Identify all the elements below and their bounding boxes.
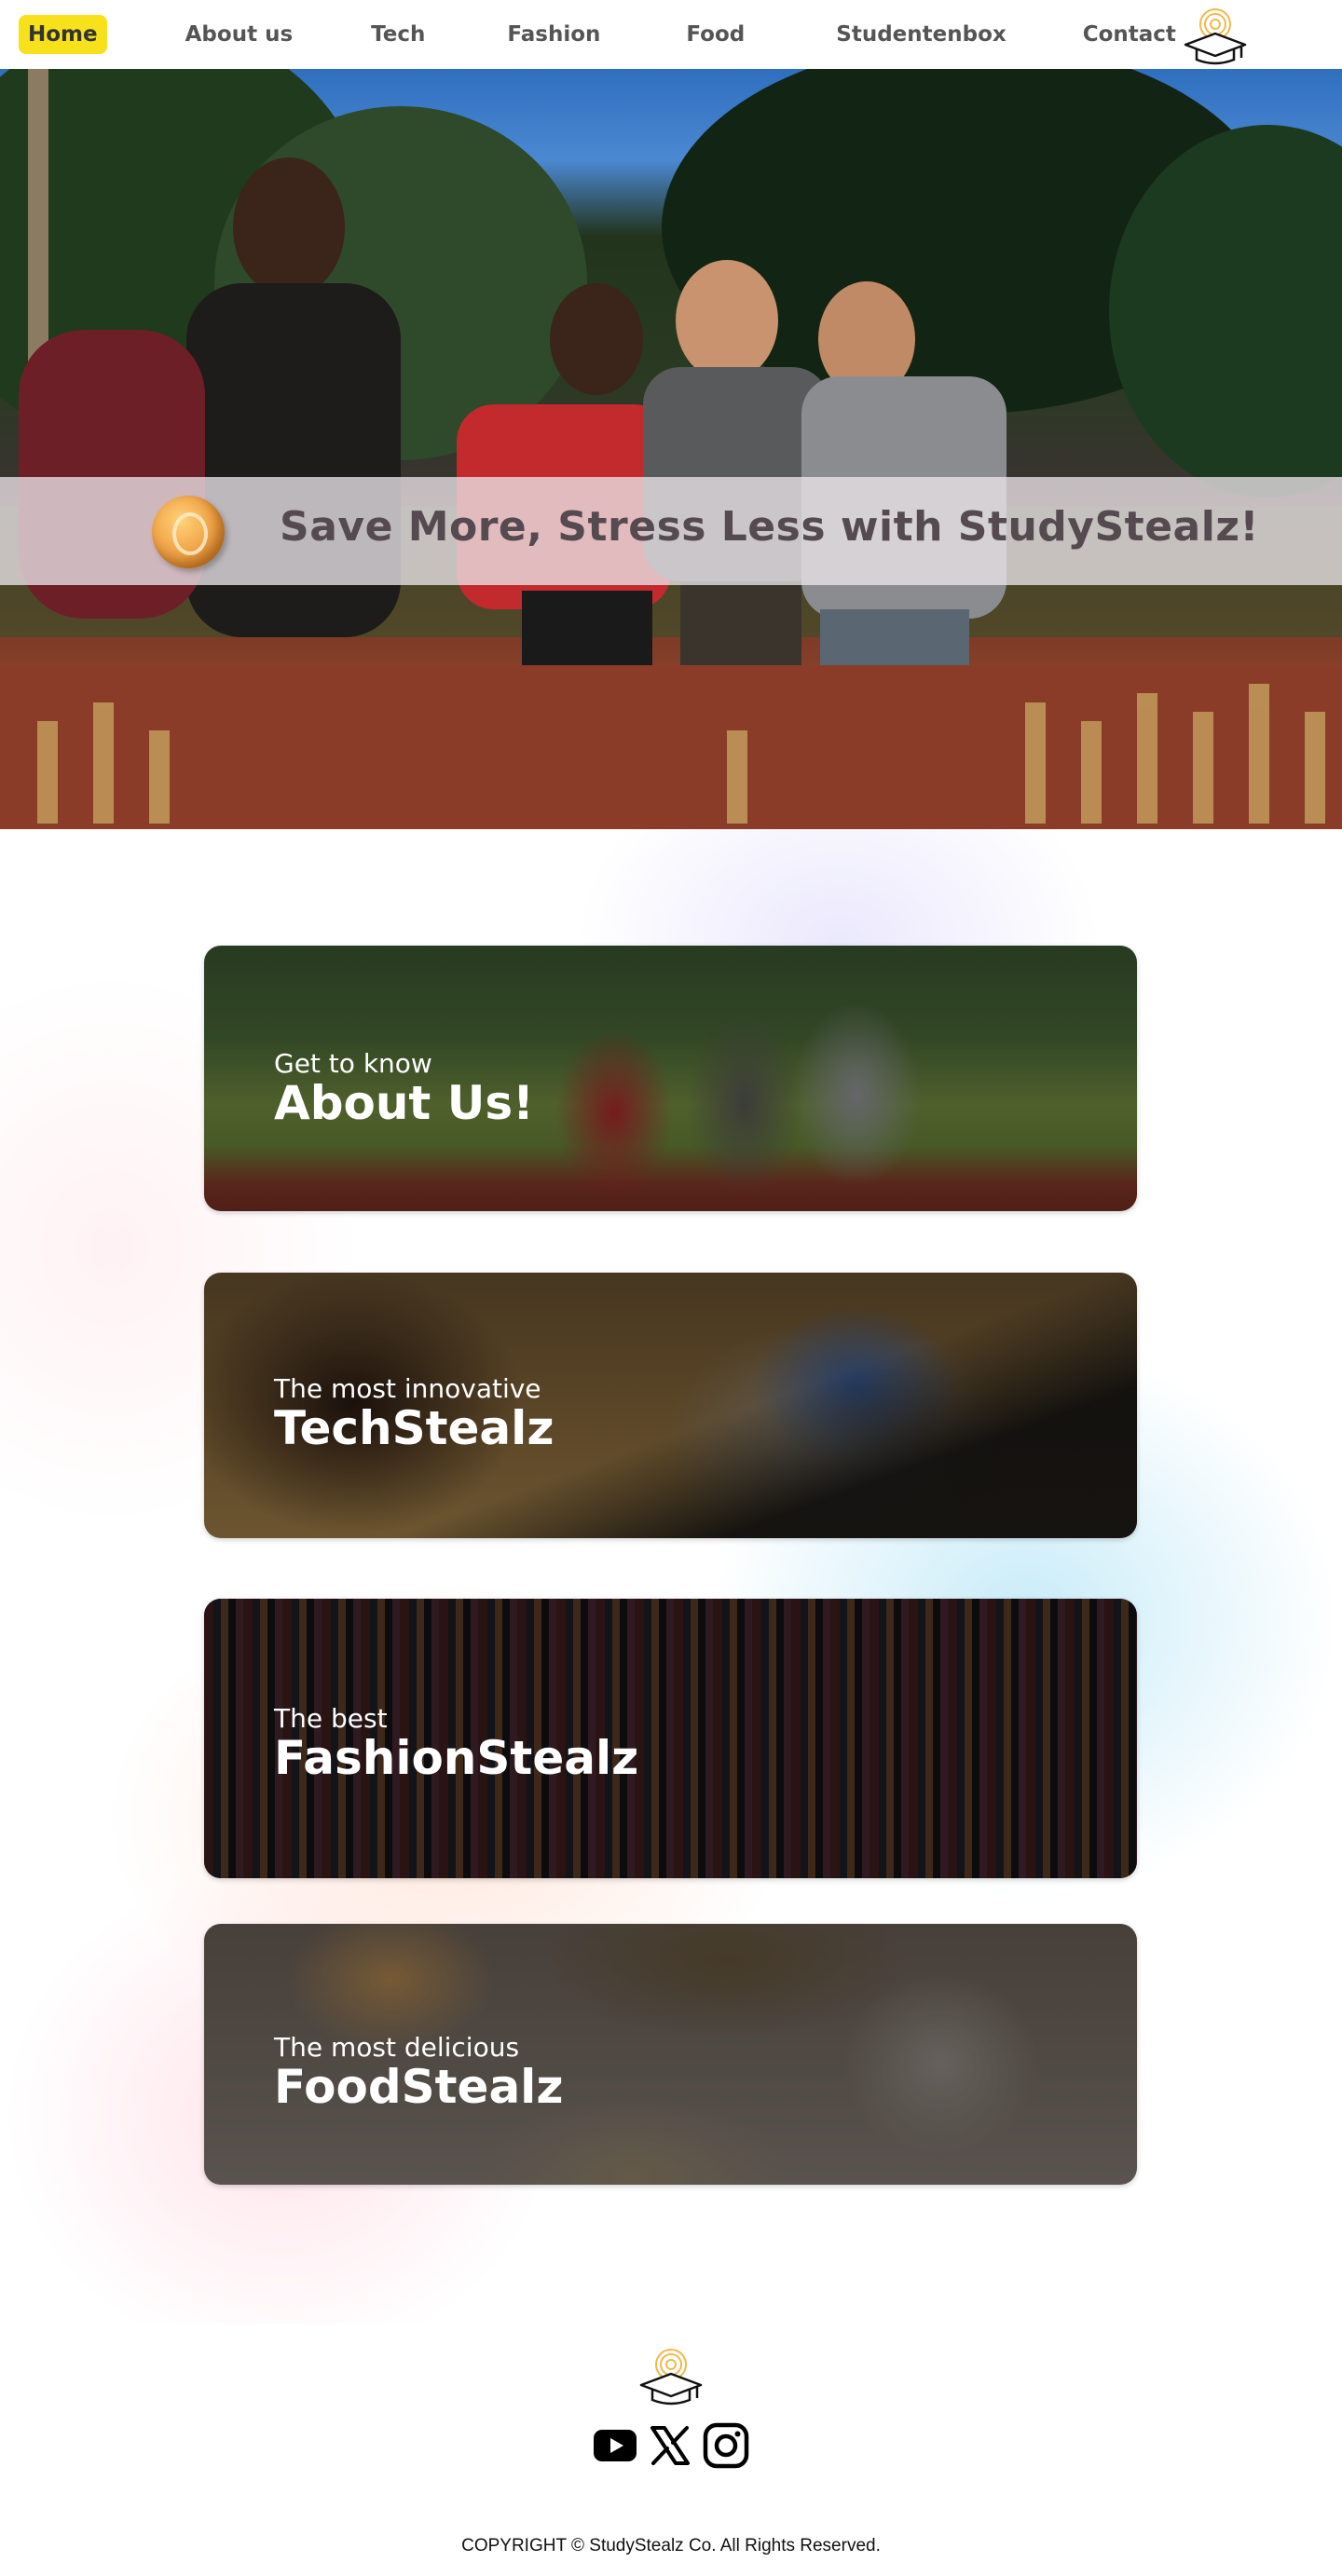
- card-fashionstealz[interactable]: The best FashionStealz: [204, 1599, 1137, 1878]
- graduation-cap-coin-icon[interactable]: [637, 2346, 705, 2407]
- coin-icon: [152, 496, 225, 568]
- youtube-icon[interactable]: [593, 2428, 637, 2463]
- x-icon[interactable]: [649, 2424, 692, 2467]
- nav-item-studentenbox[interactable]: Studentenbox: [827, 15, 1015, 54]
- nav-item-fashion[interactable]: Fashion: [498, 15, 609, 54]
- hero-section: Save More, Stress Less with StudyStealz!: [0, 69, 1342, 829]
- card-subtitle: The most innovative: [274, 1373, 541, 1404]
- card-title: FashionStealz: [274, 1731, 639, 1785]
- hero-photo: [0, 69, 1342, 829]
- nav-item-about-us[interactable]: About us: [176, 15, 303, 54]
- card-subtitle: The most delicious: [274, 2032, 520, 2063]
- nav-item-tech[interactable]: Tech: [362, 15, 434, 54]
- nav-menu: Home About us Tech Fashion Food Studente…: [19, 15, 1185, 54]
- card-techstealz[interactable]: The most innovative TechStealz: [204, 1273, 1137, 1538]
- instagram-icon[interactable]: [703, 2422, 749, 2469]
- category-cards-section: Get to know About Us! The most innovativ…: [0, 829, 1342, 2324]
- footer: COPYRIGHT © StudyStealz Co. All Rights R…: [0, 2324, 1342, 2576]
- card-about-us[interactable]: Get to know About Us!: [204, 946, 1137, 1211]
- hero-headline: Save More, Stress Less with StudyStealz!: [280, 503, 1259, 551]
- card-title: FoodStealz: [274, 2060, 564, 2114]
- copyright-text: COPYRIGHT © StudyStealz Co. All Rights R…: [461, 2536, 881, 2556]
- card-subtitle: The best: [274, 1703, 388, 1734]
- top-nav: Home About us Tech Fashion Food Studente…: [0, 0, 1342, 69]
- graduation-cap-coin-icon[interactable]: [1182, 6, 1249, 67]
- hero-banner: Save More, Stress Less with StudyStealz!: [0, 477, 1342, 585]
- card-title: TechStealz: [274, 1401, 555, 1455]
- card-foodstealz[interactable]: The most delicious FoodStealz: [204, 1924, 1137, 2185]
- nav-item-home[interactable]: Home: [19, 15, 107, 54]
- nav-item-contact[interactable]: Contact: [1074, 15, 1185, 54]
- card-title: About Us!: [274, 1076, 534, 1130]
- nav-item-food[interactable]: Food: [677, 15, 754, 54]
- card-subtitle: Get to know: [274, 1048, 432, 1079]
